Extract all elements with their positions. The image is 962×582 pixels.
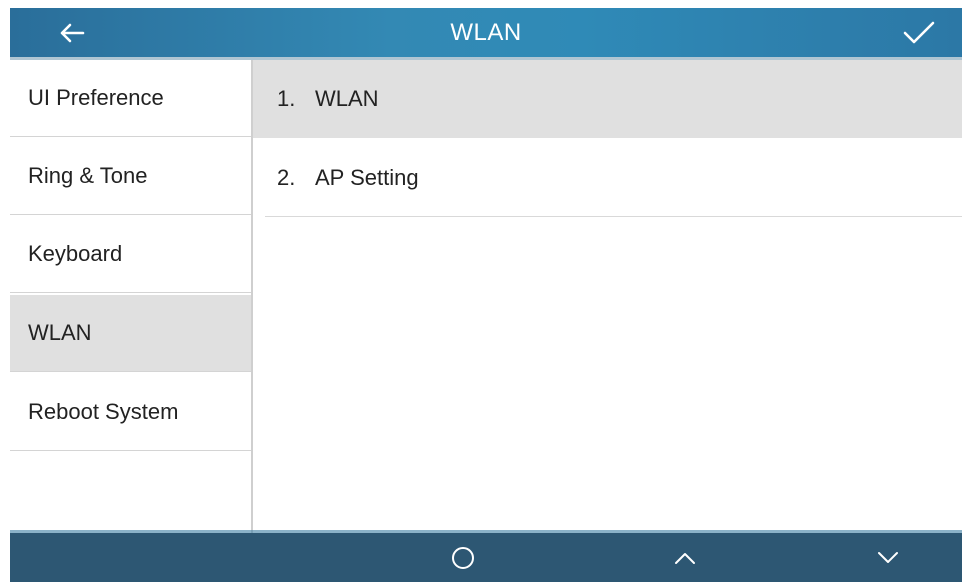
sidebar-item-reboot-system[interactable]: Reboot System — [10, 374, 251, 451]
sidebar-item-label: UI Preference — [28, 85, 164, 110]
sidebar-item-label: WLAN — [28, 320, 92, 345]
settings-sidebar: UI Preference Ring & Tone Keyboard WLAN … — [10, 60, 251, 533]
menu-item-label: WLAN — [315, 86, 379, 111]
chevron-down-icon — [878, 551, 898, 563]
menu-item-ap-setting[interactable]: 2. AP Setting — [253, 139, 962, 217]
softkey-up[interactable] — [645, 533, 725, 582]
page-title: WLAN — [450, 19, 522, 46]
sidebar-item-keyboard[interactable]: Keyboard — [10, 216, 251, 293]
menu-list: 1. WLAN 2. AP Setting — [253, 60, 962, 533]
sidebar-item-wlan[interactable]: WLAN — [10, 295, 251, 372]
menu-item-number: 2. — [277, 165, 296, 190]
softkey-bar — [10, 533, 962, 582]
menu-item-wlan[interactable]: 1. WLAN — [253, 60, 962, 138]
title-bar: WLAN — [10, 8, 962, 57]
phone-screen: WLAN UI Preference Ring & Tone Keyboard … — [0, 0, 962, 582]
confirm-button[interactable] — [884, 8, 954, 57]
sidebar-item-ui-preference[interactable]: UI Preference — [10, 60, 251, 137]
chevron-up-icon — [675, 552, 695, 564]
checkmark-icon — [903, 21, 935, 43]
softkey-ok[interactable] — [423, 533, 503, 582]
sidebar-item-label: Reboot System — [28, 399, 179, 424]
sidebar-item-ring-tone[interactable]: Ring & Tone — [10, 138, 251, 215]
softkey-down[interactable] — [848, 533, 928, 582]
menu-item-label: AP Setting — [315, 165, 419, 190]
sidebar-item-label: Ring & Tone — [28, 163, 148, 188]
menu-item-number: 1. — [277, 86, 296, 111]
sidebar-item-label: Keyboard — [28, 241, 123, 266]
row-divider — [265, 216, 962, 217]
circle-icon — [452, 546, 474, 569]
